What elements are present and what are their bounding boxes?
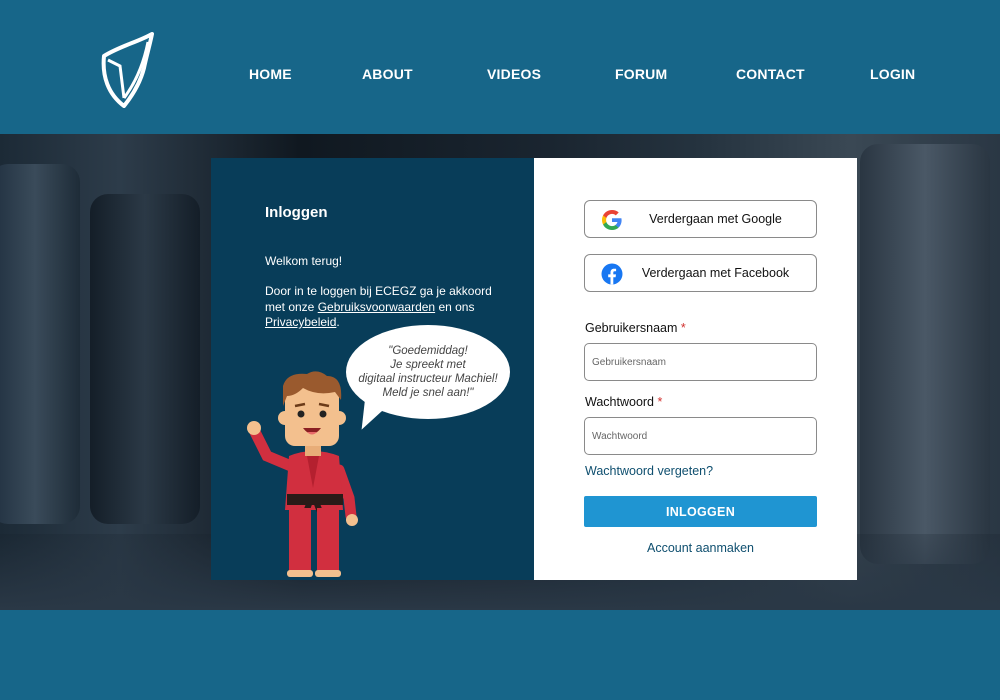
terms-middle: en ons: [435, 299, 475, 314]
speech-bubble: "Goedemiddag! Je spreekt met digitaal in…: [346, 325, 510, 419]
page-footer-band: [0, 610, 1000, 700]
facebook-login-button[interactable]: Verdergaan met Facebook: [584, 254, 817, 292]
terms-suffix: .: [336, 315, 340, 329]
nav-forum[interactable]: FORUM: [615, 66, 667, 82]
nav-about[interactable]: ABOUT: [362, 66, 413, 82]
google-icon: [602, 210, 622, 230]
password-label: Wachtwoord *: [585, 395, 662, 409]
nav-videos[interactable]: VIDEOS: [487, 66, 541, 82]
welcome-text: Welkom terug!: [265, 254, 343, 268]
speech-bubble-text: "Goedemiddag! Je spreekt met digitaal in…: [354, 344, 501, 400]
bubble-line: Meld je snel aan!": [382, 387, 474, 399]
login-submit-button[interactable]: INLOGGEN: [584, 496, 817, 527]
bubble-line: Je spreekt met: [390, 359, 466, 371]
login-form-panel: Verdergaan met Google Verdergaan met Fac…: [534, 158, 857, 580]
terms-text: Door in te loggen bij ECEGZ ga je akkoor…: [265, 284, 515, 331]
forgot-password-link[interactable]: Wachtwoord vergeten?: [585, 464, 713, 478]
panel-title: Inloggen: [265, 204, 328, 221]
username-input[interactable]: [584, 343, 817, 381]
nav-login[interactable]: LOGIN: [870, 66, 915, 82]
punching-bag: [90, 194, 200, 524]
site-header: HOME ABOUT VIDEOS FORUM CONTACT LOGIN: [0, 0, 1000, 133]
password-input[interactable]: [584, 417, 817, 455]
username-label: Gebruikersnaam *: [585, 321, 686, 335]
login-info-panel: Inloggen Welkom terug! Door in te loggen…: [211, 158, 534, 580]
username-label-text: Gebruikersnaam: [585, 321, 678, 335]
google-login-button[interactable]: Verdergaan met Google: [584, 200, 817, 238]
required-marker: *: [657, 395, 663, 409]
bubble-line: "Goedemiddag!: [388, 345, 468, 357]
nav-home[interactable]: HOME: [249, 66, 292, 82]
punching-bag: [0, 164, 80, 524]
facebook-icon: [601, 263, 623, 285]
main-nav: HOME ABOUT VIDEOS FORUM CONTACT LOGIN: [0, 66, 1000, 86]
punching-bag: [860, 144, 990, 564]
privacy-link[interactable]: Privacybeleid: [265, 315, 336, 329]
bubble-line: digitaal instructeur Machiel!: [358, 373, 498, 385]
create-account-link[interactable]: Account aanmaken: [584, 541, 817, 555]
nav-contact[interactable]: CONTACT: [736, 66, 805, 82]
instructor-mascot-icon: [247, 371, 358, 577]
password-label-text: Wachtwoord: [585, 395, 655, 409]
required-marker: *: [680, 321, 686, 335]
terms-link[interactable]: Gebruiksvoorwaarden: [318, 300, 435, 314]
